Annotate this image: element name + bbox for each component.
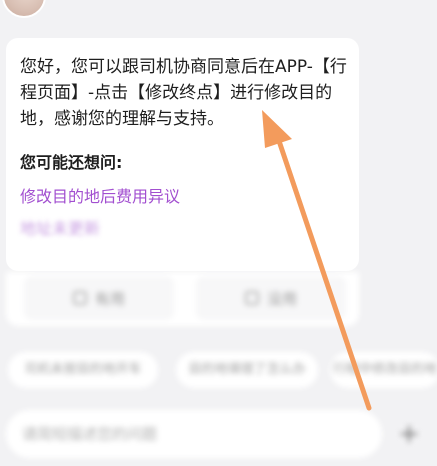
avatar: [2, 0, 46, 18]
quick-chip[interactable]: 行程中修改目的地: [330, 352, 437, 388]
quick-chip[interactable]: 司机未按目的地开车: [8, 352, 158, 388]
feedback-row: 有用 没用: [6, 272, 359, 326]
dislike-button[interactable]: 没用: [196, 276, 346, 320]
message-input[interactable]: 请简短描述您的问题: [6, 410, 382, 458]
blurred-lower-area: 有用 没用 司机未按目的地开车 目的地填错了怎么办 行程中修改目的地 请简短描述…: [0, 228, 437, 466]
answer-text: 您好，您可以跟司机协商同意后在APP-【行程页面】-点击【修改终点】进行修改目的…: [20, 57, 347, 129]
suggestions-title: 您可能还想问:: [20, 153, 123, 172]
like-label: 有用: [94, 289, 125, 308]
like-button[interactable]: 有用: [24, 276, 174, 320]
quick-question-chips: 司机未按目的地开车 目的地填错了怎么办 行程中修改目的地: [0, 352, 437, 388]
thumbs-up-icon: [72, 291, 87, 305]
dislike-label: 没用: [266, 289, 297, 308]
quick-chip[interactable]: 目的地填错了怎么办: [176, 352, 318, 388]
thumbs-down-icon: [244, 291, 259, 305]
plus-icon[interactable]: +: [393, 418, 425, 450]
suggestion-item[interactable]: 修改目的地后费用异议: [20, 186, 345, 208]
